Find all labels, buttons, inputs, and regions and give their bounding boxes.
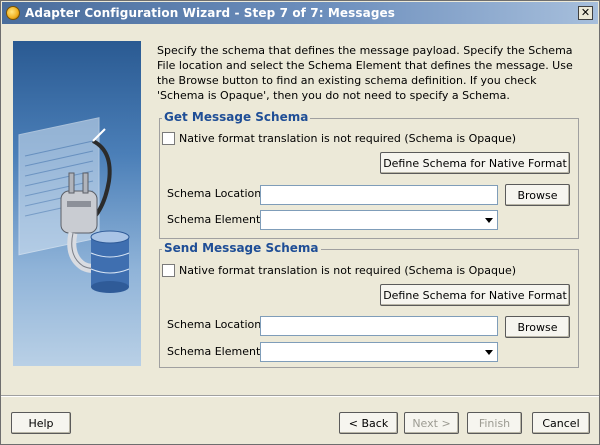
- footer-separator: [1, 395, 599, 397]
- send-define-schema-button[interactable]: Define Schema for Native Format: [380, 284, 570, 306]
- send-schema-legend: Send Message Schema: [162, 241, 321, 255]
- get-schema-element-select[interactable]: [260, 210, 498, 230]
- send-element-label: Schema Element:: [167, 345, 264, 358]
- finish-button[interactable]: Finish: [467, 412, 522, 434]
- close-icon[interactable]: ✕: [578, 6, 593, 20]
- wizard-illustration: [13, 41, 141, 366]
- window-title: Adapter Configuration Wizard - Step 7 of…: [25, 6, 396, 20]
- get-opaque-label: Native format translation is not require…: [179, 132, 517, 145]
- send-location-label: Schema Location:: [167, 318, 265, 331]
- send-browse-button[interactable]: Browse: [505, 316, 570, 338]
- chevron-down-icon: [485, 350, 493, 355]
- wizard-window: Adapter Configuration Wizard - Step 7 of…: [0, 0, 600, 445]
- plug-database-illustration: [18, 117, 130, 293]
- get-schema-location-input[interactable]: [260, 185, 498, 205]
- get-define-schema-button[interactable]: Define Schema for Native Format: [380, 152, 570, 174]
- title-bar[interactable]: Adapter Configuration Wizard - Step 7 of…: [2, 2, 598, 24]
- send-schema-element-select[interactable]: [260, 342, 498, 362]
- get-browse-button[interactable]: Browse: [505, 184, 570, 206]
- app-icon: [6, 6, 20, 20]
- cancel-button[interactable]: Cancel: [532, 412, 590, 434]
- back-button[interactable]: < Back: [339, 412, 398, 434]
- get-schema-legend: Get Message Schema: [162, 110, 311, 124]
- help-button[interactable]: Help: [11, 412, 71, 434]
- chevron-down-icon: [485, 218, 493, 223]
- intro-text: Specify the schema that defines the mess…: [157, 44, 573, 102]
- send-opaque-label: Native format translation is not require…: [179, 264, 517, 277]
- send-opaque-checkbox[interactable]: [162, 264, 175, 277]
- get-location-label: Schema Location:: [167, 187, 265, 200]
- next-button[interactable]: Next >: [404, 412, 459, 434]
- get-element-label: Schema Element:: [167, 213, 264, 226]
- get-opaque-checkbox[interactable]: [162, 132, 175, 145]
- send-schema-location-input[interactable]: [260, 316, 498, 336]
